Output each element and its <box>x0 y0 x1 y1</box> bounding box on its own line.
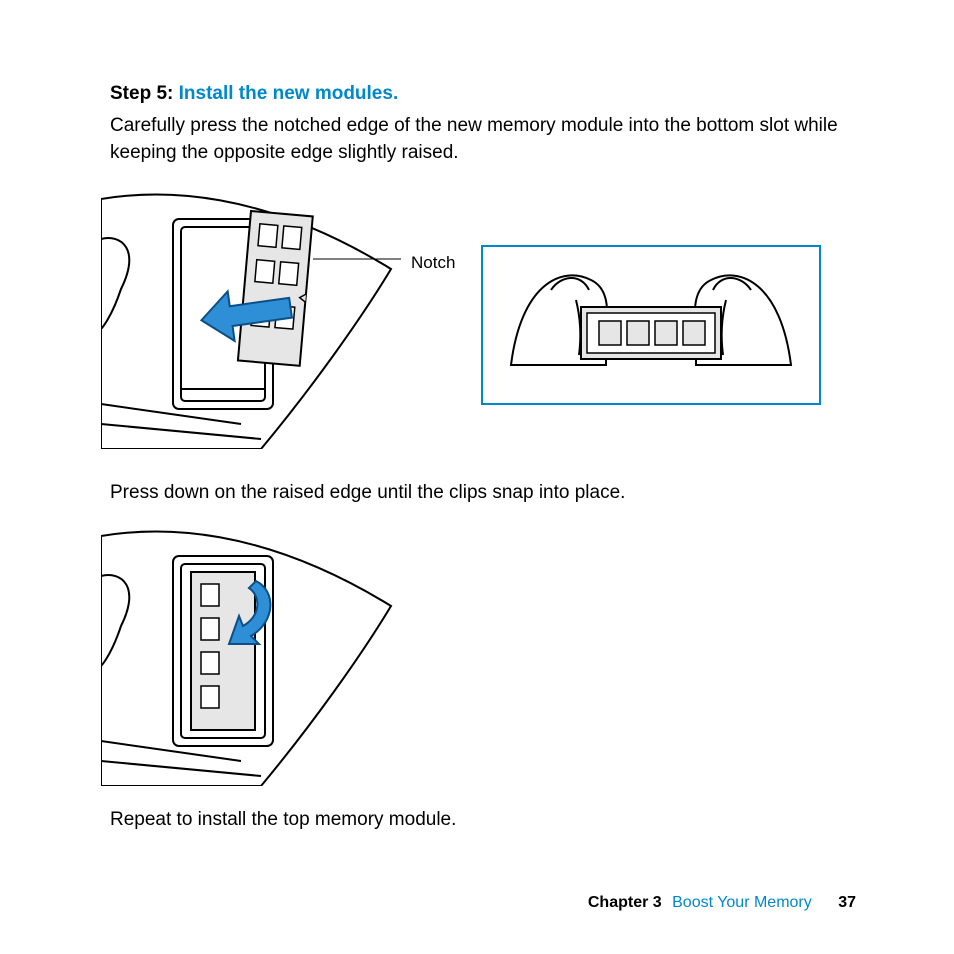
paragraph-2: Press down on the raised edge until the … <box>110 479 856 507</box>
callout-notch-label: Notch <box>411 251 455 276</box>
page-footer: Chapter 3 Boost Your Memory 37 <box>588 891 856 914</box>
paragraph-1: Carefully press the notched edge of the … <box>110 112 856 167</box>
footer-chapter-title: Boost Your Memory <box>672 894 812 911</box>
page-content: Step 5: Install the new modules. Careful… <box>0 0 954 834</box>
step-title: Install the new modules. <box>179 83 399 104</box>
paragraph-3: Repeat to install the top memory module. <box>110 806 856 834</box>
figure-press-down <box>101 526 401 786</box>
figure-insert-module: Notch <box>101 189 401 449</box>
step-label: Step 5: <box>110 83 179 104</box>
figure-hold-module <box>481 245 821 405</box>
footer-chapter: Chapter 3 <box>588 894 662 911</box>
footer-page-number: 37 <box>838 894 856 911</box>
step-heading: Step 5: Install the new modules. <box>110 80 856 108</box>
figure-row-1: Notch <box>101 189 856 449</box>
